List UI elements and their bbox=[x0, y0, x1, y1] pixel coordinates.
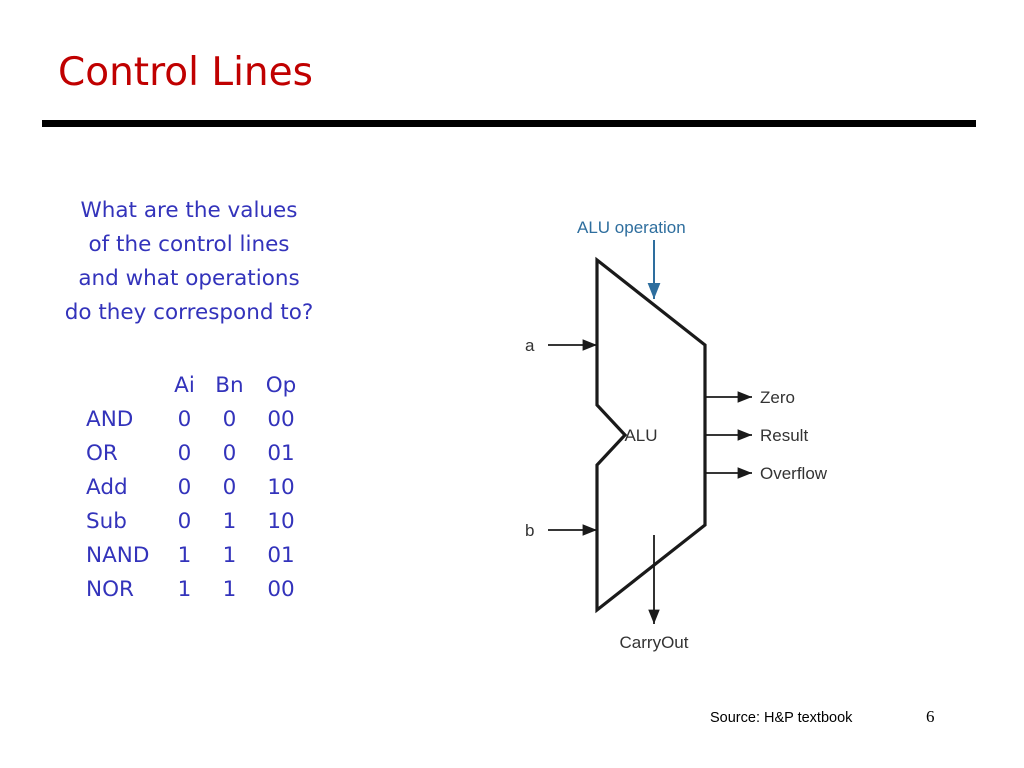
question-line-3: and what operations bbox=[78, 266, 300, 291]
control-lines-table: Ai Bn Op AND 0 0 00 OR 0 0 01 Add 0 0 10… bbox=[82, 368, 310, 606]
table-header: Ai Bn Op bbox=[82, 368, 310, 402]
table-header-row: Ai Bn Op bbox=[82, 368, 310, 402]
cell-opcode: 00 bbox=[267, 576, 295, 602]
cell-ai: 0 bbox=[177, 474, 192, 500]
title-divider bbox=[42, 120, 976, 127]
table-row: Sub 0 1 10 bbox=[82, 504, 310, 538]
header-operation bbox=[82, 368, 162, 402]
page-title: Control Lines bbox=[58, 50, 313, 95]
cell-operation: Add bbox=[86, 474, 128, 500]
cell-operation: AND bbox=[86, 406, 134, 432]
cell-opcode: 01 bbox=[267, 440, 295, 466]
header-op: Op bbox=[265, 372, 297, 398]
question-line-1: What are the values bbox=[80, 198, 298, 223]
cell-operation: OR bbox=[86, 440, 118, 466]
table-row: NAND 1 1 01 bbox=[82, 538, 310, 572]
alu-block-label: ALU bbox=[624, 426, 657, 445]
output-carryout-label: CarryOut bbox=[620, 633, 689, 652]
cell-bn: 1 bbox=[222, 508, 237, 534]
table-body: AND 0 0 00 OR 0 0 01 Add 0 0 10 Sub 0 1 … bbox=[82, 402, 310, 606]
cell-bn: 0 bbox=[222, 474, 237, 500]
table-row: AND 0 0 00 bbox=[82, 402, 310, 436]
input-a-label: a bbox=[525, 336, 535, 355]
alu-diagram: ALU operation a b ALU Zero Result Overfl… bbox=[520, 200, 920, 670]
page-number: 6 bbox=[926, 707, 935, 726]
output-overflow-label: Overflow bbox=[760, 464, 828, 483]
cell-ai: 0 bbox=[177, 406, 192, 432]
cell-bn: 1 bbox=[222, 542, 237, 568]
cell-opcode: 10 bbox=[267, 508, 295, 534]
cell-opcode: 01 bbox=[267, 542, 295, 568]
output-zero-label: Zero bbox=[760, 388, 795, 407]
cell-operation: NAND bbox=[86, 542, 150, 568]
question-line-4: do they correspond to? bbox=[64, 300, 314, 325]
cell-bn: 0 bbox=[222, 406, 237, 432]
question-line-2: of the control lines bbox=[88, 232, 290, 257]
cell-ai: 1 bbox=[177, 576, 192, 602]
cell-operation: NOR bbox=[86, 576, 134, 602]
cell-ai: 0 bbox=[177, 508, 192, 534]
table-row: NOR 1 1 00 bbox=[82, 572, 310, 606]
source-note: Source: H&P textbook bbox=[710, 710, 853, 726]
input-b-label: b bbox=[525, 521, 534, 540]
output-result-label: Result bbox=[760, 426, 808, 445]
cell-opcode: 10 bbox=[267, 474, 295, 500]
header-ai: Ai bbox=[174, 372, 195, 398]
cell-ai: 1 bbox=[177, 542, 192, 568]
cell-opcode: 00 bbox=[267, 406, 295, 432]
table-row: OR 0 0 01 bbox=[82, 436, 310, 470]
cell-operation: Sub bbox=[86, 508, 127, 534]
cell-bn: 0 bbox=[222, 440, 237, 466]
cell-bn: 1 bbox=[222, 576, 237, 602]
alu-operation-label: ALU operation bbox=[577, 218, 686, 237]
table-row: Add 0 0 10 bbox=[82, 470, 310, 504]
cell-ai: 0 bbox=[177, 440, 192, 466]
question-text-block: What are the values of the control lines… bbox=[34, 194, 344, 330]
header-bn: Bn bbox=[215, 372, 244, 398]
